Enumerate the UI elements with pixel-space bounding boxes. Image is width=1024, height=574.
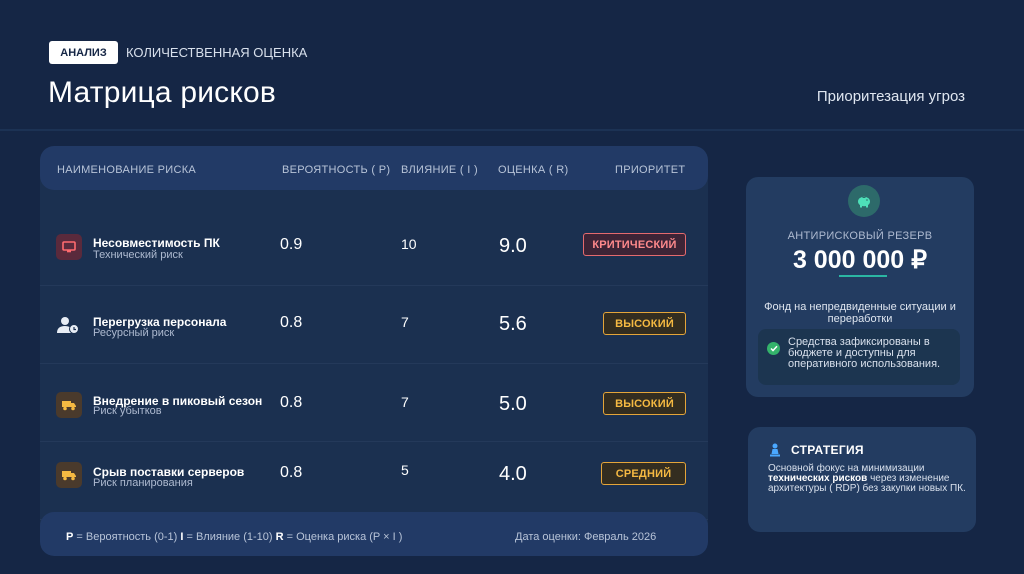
risk-table: НАИМЕНОВАНИЕ РИСКА ВЕРОЯТНОСТЬ ( P) ВЛИЯ…: [40, 146, 708, 556]
risk-impact: 10: [401, 236, 417, 252]
risk-probability: 0.9: [280, 236, 303, 253]
risk-probability: 0.8: [280, 464, 303, 481]
column-header-name: НАИМЕНОВАНИЕ РИСКА: [57, 164, 197, 176]
legend-i-text: = Влияние (1-10): [183, 531, 276, 543]
legend-r-symbol: R: [275, 531, 284, 543]
section-subtitle: КОЛИЧЕСТВЕННАЯ ОЦЕНКА: [126, 45, 308, 60]
strategy-card: СТРАТЕГИЯ Основной фокус на минимизации …: [748, 427, 976, 532]
table-row[interactable]: Срыв поставки серверов Риск планирования…: [40, 442, 708, 520]
reserve-value: 3 000 000 ₽: [792, 246, 928, 274]
risk-type: Технический риск: [93, 249, 183, 261]
truck-icon: [56, 392, 82, 418]
priority-badge: СРЕДНИЙ: [601, 462, 686, 485]
risk-score: 4.0: [499, 463, 527, 485]
column-header-impact: ВЛИЯНИЕ ( I ): [401, 164, 478, 176]
reserve-label: АНТИРИСКОВЫЙ РЕЗЕРВ: [787, 230, 933, 242]
table-row[interactable]: Несовместимость ПК Технический риск 0.9 …: [40, 208, 708, 286]
risk-score: 5.6: [499, 313, 527, 335]
table-header: НАИМЕНОВАНИЕ РИСКА ВЕРОЯТНОСТЬ ( P) ВЛИЯ…: [40, 146, 708, 190]
reserve-underline: [839, 275, 887, 277]
section-tag: АНАЛИЗ: [49, 41, 118, 64]
priority-badge: ВЫСОКИЙ: [603, 392, 686, 415]
check-icon: [767, 342, 780, 355]
column-header-priority: ПРИОРИТЕТ: [615, 164, 686, 176]
risk-impact: 7: [401, 394, 409, 410]
piggy-bank-icon: [848, 185, 880, 217]
legend-r-text: = Оценка риска (P × I ): [283, 531, 403, 543]
priority-badge: ВЫСОКИЙ: [603, 312, 686, 335]
header: АНАЛИЗ КОЛИЧЕСТВЕННАЯ ОЦЕНКА Матрица рис…: [0, 0, 1024, 131]
risk-type: Риск убытков: [93, 405, 162, 417]
reserve-note: Средства зафиксированы в бюджете и досту…: [758, 329, 960, 385]
chess-pawn-icon: [769, 443, 781, 462]
strategy-text: Основной фокус на минимизации технически…: [768, 464, 968, 494]
risk-score: 9.0: [499, 235, 527, 257]
monitor-icon: [56, 234, 82, 260]
risk-type: Ресурсный риск: [93, 327, 175, 339]
reserve-description: Фонд на непредвиденные ситуации и перера…: [764, 301, 956, 325]
risk-impact: 7: [401, 314, 409, 330]
priority-badge: КРИТИЧЕСКИЙ: [583, 233, 686, 256]
column-header-probability: ВЕРОЯТНОСТЬ ( P): [282, 164, 391, 176]
reserve-note-text: Средства зафиксированы в бюджете и досту…: [788, 336, 941, 370]
assessment-date: Дата оценки: Февраль 2026: [515, 531, 657, 543]
legend-p-text: = Вероятность (0-1): [73, 531, 181, 543]
page-title: Матрица рисков: [48, 76, 277, 109]
user-clock-icon: [56, 312, 82, 338]
risk-type: Риск планирования: [93, 477, 193, 489]
page-right-title: Приоритезация угроз: [816, 88, 965, 105]
table-row[interactable]: Перегрузка персонала Ресурсный риск 0.8 …: [40, 286, 708, 364]
reserve-card: АНТИРИСКОВЫЙ РЕЗЕРВ 3 000 000 ₽ Фонд на …: [746, 177, 974, 397]
score-legend: P = Вероятность (0-1) I = Влияние (1-10)…: [66, 531, 402, 543]
risk-name: Несовместимость ПК: [93, 236, 220, 250]
table-row[interactable]: Внедрение в пиковый сезон Риск убытков 0…: [40, 364, 708, 442]
table-footer: P = Вероятность (0-1) I = Влияние (1-10)…: [40, 512, 708, 556]
strategy-title: СТРАТЕГИЯ: [791, 443, 864, 457]
risk-score: 5.0: [499, 393, 527, 415]
truck-icon: [56, 462, 82, 488]
risk-probability: 0.8: [280, 314, 303, 331]
column-header-score: ОЦЕНКА ( R): [498, 164, 569, 176]
risk-impact: 5: [401, 462, 409, 478]
risk-probability: 0.8: [280, 394, 303, 411]
